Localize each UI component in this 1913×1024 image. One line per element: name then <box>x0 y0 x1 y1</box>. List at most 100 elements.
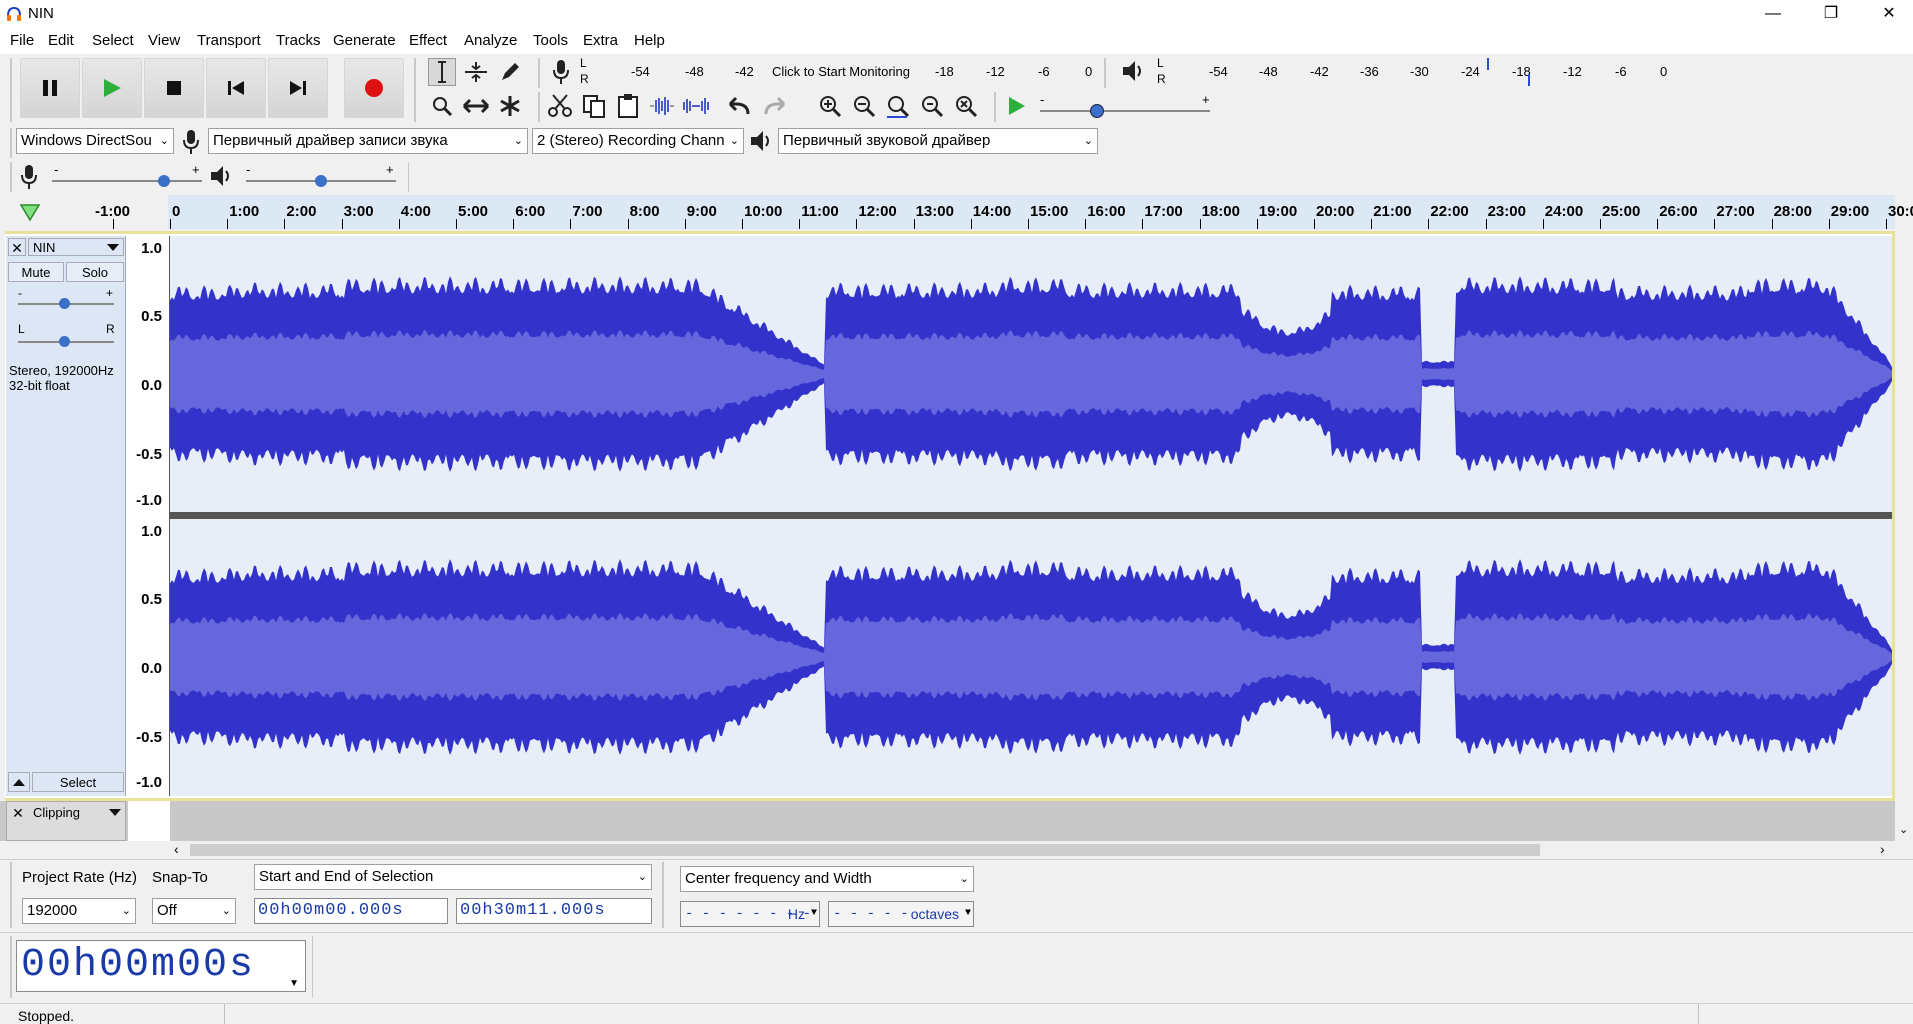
menu-generate[interactable]: Generate <box>333 32 396 49</box>
close-label-track-button[interactable]: ✕ <box>9 804 27 822</box>
fit-project-button[interactable] <box>918 92 946 120</box>
cut-button[interactable] <box>546 92 574 120</box>
toolbar-grip[interactable] <box>662 862 664 928</box>
silence-button[interactable] <box>682 92 710 120</box>
menu-edit[interactable]: Edit <box>48 32 74 49</box>
copy-button[interactable] <box>580 92 608 120</box>
multi-tool-button[interactable] <box>496 92 524 120</box>
scroll-left-icon[interactable]: ‹ <box>174 841 179 857</box>
play-button[interactable] <box>82 58 142 118</box>
bandwidth-field[interactable]: - - - - - octaves ▼ <box>828 901 974 927</box>
selection-start-time[interactable]: 00h00m00.000s <box>254 898 448 924</box>
label-track-control-panel[interactable]: ✕ Clipping <box>6 801 126 841</box>
triangle-down-icon[interactable]: ▼ <box>811 902 817 926</box>
zoom-tool-button[interactable] <box>428 92 456 120</box>
scroll-right-icon[interactable]: › <box>1880 841 1885 857</box>
host-select[interactable]: Windows DirectSou ⌄ <box>16 128 174 154</box>
record-meter-button[interactable] <box>550 58 576 88</box>
menu-help[interactable]: Help <box>634 32 665 49</box>
waveform-display[interactable] <box>170 236 1892 796</box>
scale-label: 0.0 <box>141 660 162 677</box>
menu-file[interactable]: File <box>10 32 34 49</box>
pause-button[interactable] <box>20 58 80 118</box>
track-name-menu[interactable]: NIN <box>28 238 124 256</box>
selection-end-time[interactable]: 00h30m11.000s <box>456 898 652 924</box>
scroll-down-icon[interactable]: ⌄ <box>1899 823 1908 836</box>
recording-device-select[interactable]: Первичный драйвер записи звука ⌄ <box>208 128 528 154</box>
time-shift-tool-button[interactable] <box>462 92 490 120</box>
label-track[interactable] <box>0 801 1895 841</box>
toolbar-grip[interactable] <box>10 58 12 122</box>
speed-slider-thumb[interactable] <box>1090 104 1104 118</box>
horizontal-scrollbar[interactable]: ‹ › <box>170 841 1895 859</box>
paste-button[interactable] <box>614 92 642 120</box>
toolbar-grip[interactable] <box>1104 58 1106 88</box>
fit-selection-button[interactable] <box>884 92 912 120</box>
output-volume-thumb[interactable] <box>315 175 327 187</box>
collapse-track-button[interactable] <box>8 772 30 792</box>
toolbar-grip[interactable] <box>10 162 12 192</box>
playback-meter-button[interactable] <box>1120 58 1146 88</box>
monitoring-prompt[interactable]: Click to Start Monitoring <box>772 64 910 79</box>
toolbar-grip[interactable] <box>10 862 12 928</box>
menu-select[interactable]: Select <box>92 32 134 49</box>
zoom-out-button[interactable] <box>850 92 878 120</box>
undo-button[interactable] <box>726 92 754 120</box>
toolbar-grip[interactable] <box>994 92 996 122</box>
menu-tools[interactable]: Tools <box>533 32 568 49</box>
recording-meter[interactable]: -54 -48 -42 Click to Start Monitoring -1… <box>592 58 1096 88</box>
zoom-toggle-button[interactable] <box>952 92 980 120</box>
pan-slider-thumb[interactable] <box>59 336 70 347</box>
scrollbar-thumb[interactable] <box>190 844 1540 856</box>
playback-device-select[interactable]: Первичный звуковой драйвер ⌄ <box>778 128 1098 154</box>
speed-slider-track[interactable] <box>1040 110 1210 112</box>
center-frequency-field[interactable]: - - - - - - - - Hz ▼ <box>680 901 820 927</box>
close-button[interactable]: ✕ <box>1866 0 1912 28</box>
maximize-button[interactable]: ❐ <box>1808 0 1854 28</box>
toolbar-grip[interactable] <box>414 58 416 122</box>
menu-view[interactable]: View <box>148 32 180 49</box>
minimize-button[interactable]: — <box>1750 0 1796 28</box>
record-button[interactable] <box>344 58 404 118</box>
stop-button[interactable] <box>144 58 204 118</box>
toolbar-grip[interactable] <box>10 936 12 998</box>
input-minus-label: - <box>54 162 59 177</box>
solo-button[interactable]: Solo <box>66 262 124 282</box>
play-at-speed-button[interactable] <box>1002 92 1030 120</box>
selection-mode-select[interactable]: Start and End of Selection ⌄ <box>254 864 652 890</box>
skip-to-start-button[interactable] <box>206 58 266 118</box>
triangle-down-icon[interactable]: ▼ <box>965 902 971 926</box>
toolbar-grip[interactable] <box>538 58 540 88</box>
snap-to-select[interactable]: Off ⌄ <box>152 898 236 924</box>
project-rate-select[interactable]: 192000 ⌄ <box>22 898 136 924</box>
select-track-button[interactable]: Select <box>32 772 124 792</box>
toolbar-grip[interactable] <box>538 92 540 122</box>
input-volume-thumb[interactable] <box>158 175 170 187</box>
menu-tracks[interactable]: Tracks <box>276 32 320 49</box>
selection-tool-button[interactable] <box>428 58 456 86</box>
envelope-tool-button[interactable] <box>462 58 490 86</box>
timeline-ruler[interactable]: -1:00 0 1:00 2:00 3:00 4:00 5:00 6:00 7:00 8:00 9:… <box>0 195 1913 229</box>
draw-tool-button[interactable] <box>496 58 524 86</box>
audio-position-time[interactable]: 00h00m00s ▼ <box>16 940 306 992</box>
input-volume-slider[interactable] <box>52 180 202 182</box>
zoom-in-button[interactable] <box>816 92 844 120</box>
triangle-down-icon[interactable]: ▼ <box>289 959 301 1009</box>
menu-effect[interactable]: Effect <box>409 32 447 49</box>
menu-extra[interactable]: Extra <box>583 32 618 49</box>
trim-button[interactable] <box>648 92 676 120</box>
channels-select[interactable]: 2 (Stereo) Recording Chann ⌄ <box>532 128 744 154</box>
close-track-button[interactable]: ✕ <box>8 238 26 256</box>
spectral-mode-select[interactable]: Center frequency and Width ⌄ <box>680 866 974 892</box>
menu-transport[interactable]: Transport <box>197 32 261 49</box>
menu-analyze[interactable]: Analyze <box>464 32 517 49</box>
gain-slider-thumb[interactable] <box>59 298 70 309</box>
vertical-scrollbar[interactable]: ⌄ <box>1895 231 1913 841</box>
toolbar-grip[interactable] <box>10 128 12 158</box>
skip-to-end-button[interactable] <box>268 58 328 118</box>
mute-button[interactable]: Mute <box>8 262 64 282</box>
amplitude-scale[interactable]: 1.0 0.5 0.0 -0.5 -1.0 1.0 0.5 0.0 -0.5 -… <box>128 236 170 796</box>
playback-meter[interactable]: -54 -48 -42 -36 -30 -24 -18 -12 -6 0 <box>1170 58 1674 88</box>
redo-button[interactable] <box>760 92 788 120</box>
track-control-panel[interactable]: ✕ NIN Mute Solo - + L R Stereo, 192000Hz… <box>6 236 126 796</box>
